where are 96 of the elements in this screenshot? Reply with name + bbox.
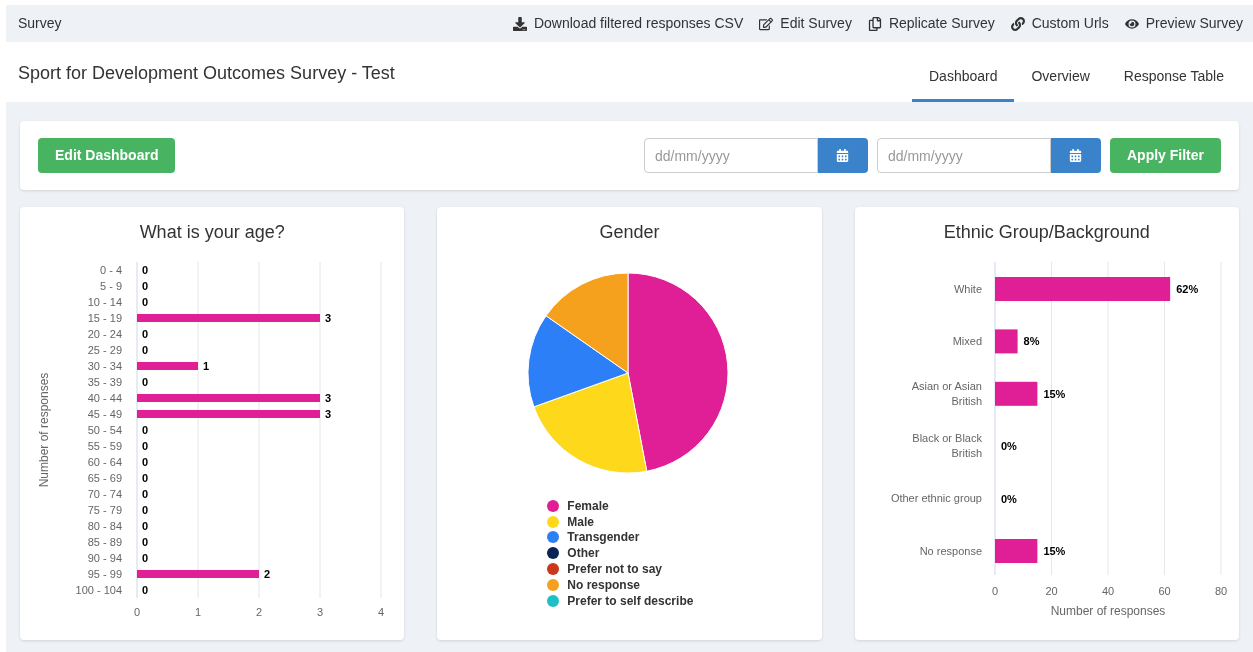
data-label: 0 [142, 264, 149, 276]
legend-label[interactable]: Prefer not to say [567, 563, 663, 576]
edit-icon [759, 16, 774, 31]
data-label: 0 [142, 280, 149, 292]
category-label: No response [918, 543, 982, 559]
data-label: 1 [203, 360, 210, 372]
category-label: 70 - 74 [87, 488, 122, 500]
axis-tick-label: 80 [1214, 585, 1227, 597]
category-label: Other ethnic group [889, 491, 982, 507]
category-label: 100 - 104 [75, 584, 122, 596]
tab[interactable]: Overview [1014, 64, 1107, 102]
legend-label[interactable]: Prefer to self describe [567, 594, 694, 607]
axis-tick-label: 20 [1045, 585, 1058, 597]
legend-label[interactable]: Other [567, 547, 600, 560]
category-label: 55 - 59 [87, 440, 122, 452]
data-label: 0 [142, 440, 149, 452]
data-label: 0 [142, 424, 149, 436]
data-label: 15% [1043, 387, 1066, 400]
category-label: 25 - 29 [87, 344, 122, 356]
category-label: 5 - 9 [100, 280, 122, 292]
data-label: 0 [142, 504, 149, 516]
legend-label[interactable]: Male [567, 515, 594, 528]
data-label: 3 [325, 312, 332, 324]
category-label: 15 - 19 [87, 312, 122, 324]
date-field[interactable]: dd/mm/yyyy [877, 138, 1051, 173]
category-label: 30 - 34 [87, 360, 122, 372]
toolbar-link[interactable]: Replicate Survey [867, 13, 995, 34]
legend-label[interactable]: No response [567, 578, 640, 591]
chart-title: Ethnic Group/Background [942, 221, 1151, 244]
calendar-icon [836, 149, 850, 162]
axis-tick-label: 4 [377, 606, 385, 618]
category-label: Mixed [951, 333, 982, 349]
category-label: 10 - 14 [87, 296, 122, 308]
chart-title: What is your age? [138, 221, 286, 244]
category-label: 35 - 39 [87, 376, 122, 388]
data-label: 0 [142, 520, 149, 532]
data-label: 8% [1023, 335, 1040, 348]
category-label: Asian or Asian British [910, 378, 982, 409]
tab[interactable]: Response Table [1106, 64, 1241, 102]
category-label: 80 - 84 [87, 520, 122, 532]
data-label: 62% [1175, 283, 1198, 295]
data-label: 0 [142, 296, 149, 308]
data-label: 15% [1043, 545, 1066, 557]
link-icon [1010, 16, 1025, 31]
toolbar-link[interactable]: Download filtered responses CSV [512, 13, 744, 34]
data-label: 3 [325, 392, 332, 404]
category-label: White [952, 281, 982, 297]
axis-tick-label: 3 [316, 606, 324, 618]
top-bar-title: Survey [18, 14, 62, 33]
axis-tick-label: 40 [1101, 585, 1114, 597]
category-label: 0 - 4 [100, 264, 122, 276]
data-label: 3 [325, 408, 332, 420]
legend-label[interactable]: Transgender [567, 531, 640, 544]
toolbar-link[interactable]: Custom Urls [1010, 13, 1109, 34]
data-label: 0% [1000, 440, 1017, 453]
data-label: 0% [1000, 492, 1017, 505]
category-label: 95 - 99 [87, 568, 122, 580]
toolbar-link[interactable]: Edit Survey [759, 13, 852, 34]
calendar-button[interactable] [1051, 138, 1101, 173]
eye-icon [1124, 16, 1139, 31]
category-label: 65 - 69 [87, 472, 122, 484]
category-label: 60 - 64 [87, 456, 122, 468]
category-label: 20 - 24 [87, 328, 122, 340]
calendar-button[interactable] [818, 138, 868, 173]
category-label: 50 - 54 [87, 424, 122, 436]
data-label: 0 [142, 344, 149, 356]
category-label: Black or Black British [910, 431, 982, 462]
axis-tick-label: 60 [1158, 585, 1171, 597]
data-label: 0 [142, 584, 149, 596]
category-label: 90 - 94 [87, 552, 122, 564]
data-label: 0 [142, 456, 149, 468]
category-label: 75 - 79 [87, 504, 122, 516]
copy-icon [867, 16, 882, 31]
axis-title: Number of responses [1050, 604, 1165, 618]
chart-title: Gender [598, 221, 661, 244]
toolbar-link[interactable]: Preview Survey [1124, 13, 1243, 34]
data-label: 0 [142, 488, 149, 500]
data-label: 0 [142, 552, 149, 564]
survey-title: Sport for Development Outcomes Survey - Test [18, 62, 395, 85]
legend-label[interactable]: Female [567, 499, 609, 512]
data-label: 0 [142, 472, 149, 484]
download-icon [512, 16, 527, 31]
axis-tick-label: 1 [194, 606, 202, 618]
category-label: 45 - 49 [87, 408, 122, 420]
data-label: 2 [264, 568, 271, 580]
category-label: 40 - 44 [87, 392, 122, 404]
axis-tick-label: 0 [133, 606, 141, 618]
data-label: 0 [142, 328, 149, 340]
data-label: 0 [142, 536, 149, 548]
calendar-icon [1069, 149, 1083, 162]
axis-tick-label: 0 [991, 585, 998, 597]
data-label: 0 [142, 376, 149, 388]
category-label: 85 - 89 [87, 536, 122, 548]
axis-title: Number of responses [37, 372, 51, 488]
axis-tick-label: 2 [255, 606, 263, 618]
date-field[interactable]: dd/mm/yyyy [644, 138, 818, 173]
